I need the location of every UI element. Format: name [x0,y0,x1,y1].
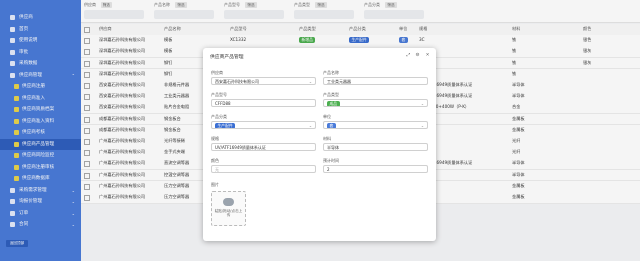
product-category-label: 产品分类 [211,114,227,119]
spec-input[interactable]: UV/ATF16949质量体系认证 [211,143,316,151]
supplier-label: 供应商 [211,70,223,75]
expand-icon[interactable]: ⤢ [406,53,411,58]
lead-time-label: 预计时间 [323,158,339,163]
image-upload-area[interactable]: 粘贴/拖动/点击上传 [211,191,246,226]
product-type-label: 产品类型 [323,92,339,97]
product-category-select[interactable]: 生产配件 ⌄ [211,121,316,129]
unit-tag: 套 [327,123,336,128]
lead-time-input[interactable]: 2 [323,165,428,173]
spec-value: UV/ATF16949质量体系认证 [215,145,266,150]
supplier-select[interactable]: 西安嘉石孙科技有限公司 ⌄ [211,77,316,85]
upload-cloud-icon [223,198,234,206]
color-label: 颜色 [211,158,219,163]
product-category-tag: 生产配件 [215,123,236,128]
unit-select[interactable]: 套 ⌄ [323,121,428,129]
settings-icon[interactable]: ⚙ [415,53,420,58]
color-placeholder: 无 [215,167,219,172]
product-name-label: 产品名称 [323,70,339,75]
chevron-down-icon: ⌄ [308,79,312,84]
upload-text: 粘贴/拖动/点击上传 [214,209,243,218]
material-label: 材料 [323,136,331,141]
chevron-down-icon: ⌄ [420,123,424,128]
lead-time-value: 2 [327,167,330,172]
material-input[interactable]: 半导体 [323,143,428,151]
unit-label: 单位 [323,114,331,119]
supplier-value: 西安嘉石孙科技有限公司 [215,79,259,84]
product-edit-dialog: 供应商产品管理 ⤢ ⚙ ✕ 供应商 西安嘉石孙科技有限公司 ⌄ 产品名称 工业类… [203,48,436,241]
product-name-value: 工业类元器器 [327,79,351,84]
product-name-input[interactable]: 工业类元器器 [323,77,428,85]
color-input[interactable]: 无 [211,165,316,173]
product-model-label: 产品型号 [211,92,227,97]
product-type-tag: 成品 [327,101,340,106]
spec-label: 规格 [211,136,219,141]
product-model-value: CFFD88 [215,101,231,106]
dialog-title: 供应商产品管理 [210,55,244,60]
image-label: 图片 [211,182,219,187]
chevron-down-icon: ⌄ [420,101,424,106]
product-type-select[interactable]: 成品 ⌄ [323,99,428,107]
chevron-down-icon: ⌄ [308,123,312,128]
material-value: 半导体 [327,145,339,150]
product-model-input[interactable]: CFFD88 [211,99,316,107]
close-icon[interactable]: ✕ [425,53,430,58]
